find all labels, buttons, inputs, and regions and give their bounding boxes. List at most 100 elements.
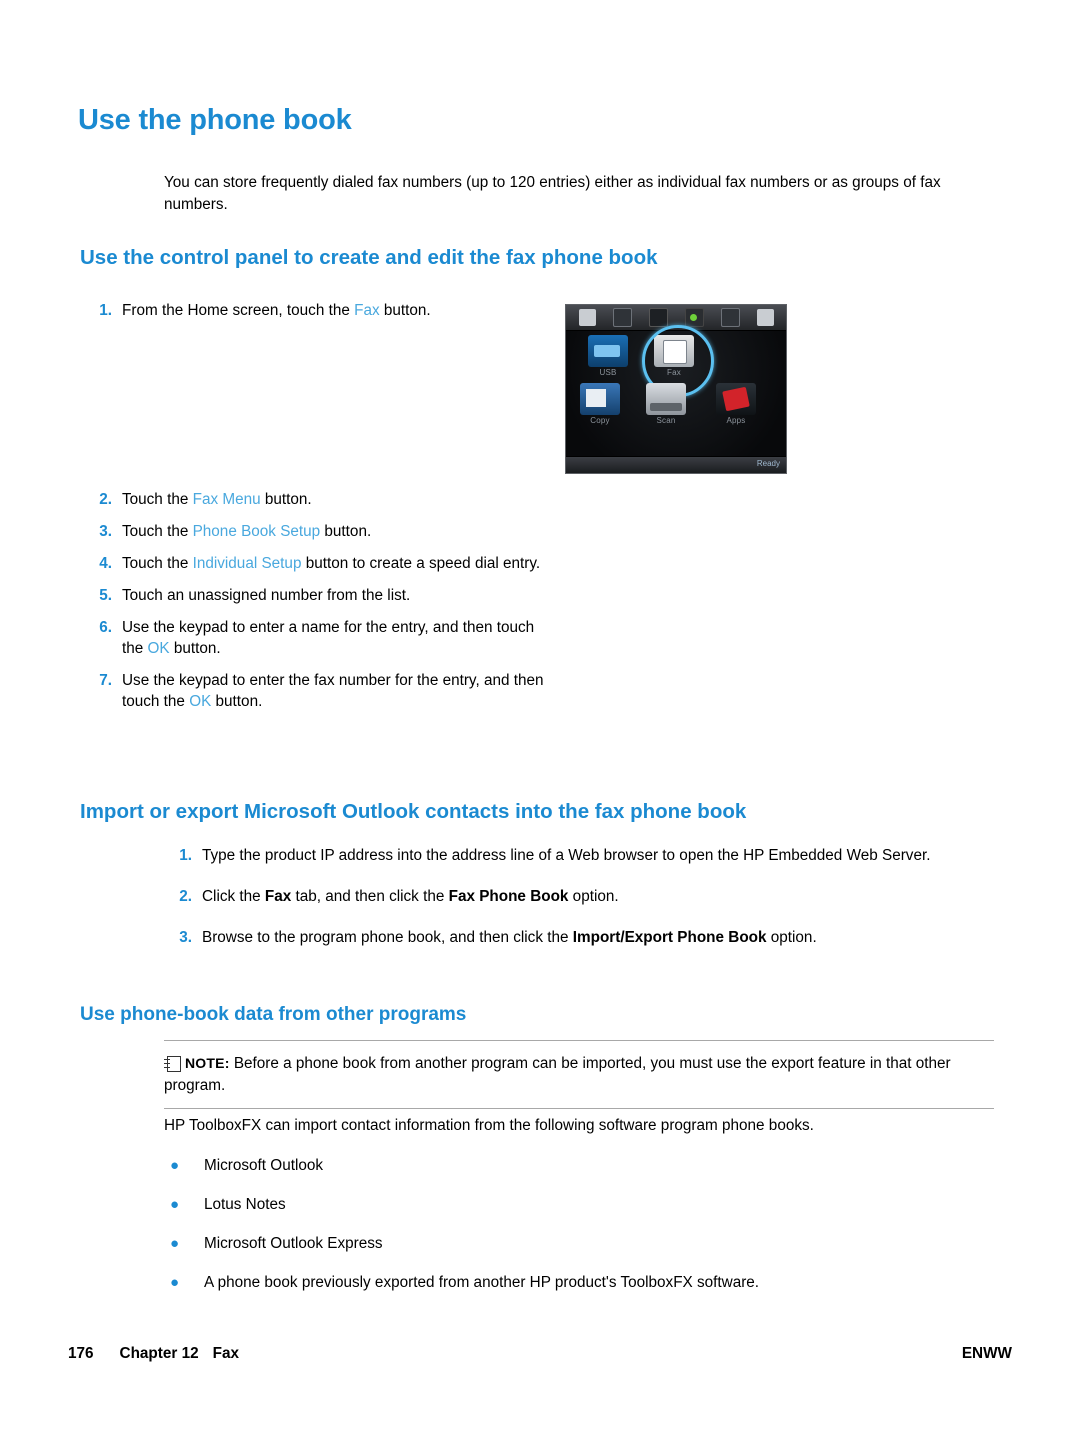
network-icon [720, 308, 740, 327]
step-number: 3. [99, 523, 112, 540]
ui-label: Phone Book Setup [192, 523, 321, 540]
footer-page-number: 176 [68, 1345, 94, 1362]
import-export-steps: 1. Type the product IP address into the … [164, 845, 994, 968]
step-text-part: tab, and then click the [291, 888, 449, 905]
list-item-label: Microsoft Outlook [204, 1157, 324, 1174]
document-page: Use the phone book You can store frequen… [0, 0, 1080, 1437]
step-text-part: option. [766, 929, 817, 946]
step-text-pre: Touch an unassigned number from the list… [122, 587, 411, 604]
section-heading-control-panel: Use the control panel to create and edit… [80, 246, 1000, 270]
supported-programs-list: ● Microsoft Outlook ● Lotus Notes ● Micr… [164, 1155, 994, 1311]
control-panel-steps-first: 1. From the Home screen, touch the Fax b… [88, 300, 528, 332]
step-number: 3. [179, 929, 192, 946]
ui-label: OK [189, 693, 212, 710]
scan-icon [646, 383, 686, 415]
step-text-pre: From the Home screen, touch the [122, 302, 355, 319]
footer-chapter-number: Chapter 12 [119, 1345, 199, 1362]
step-number: 2. [179, 888, 192, 905]
step-text: Type the product IP address into the add… [202, 845, 994, 866]
step-number: 6. [99, 619, 112, 636]
note-box: NOTE: Before a phone book from another p… [164, 1040, 994, 1109]
heading-text: Use phone-book data from other programs [80, 1004, 467, 1025]
step-text-part: Browse to the program phone book, and th… [202, 929, 573, 946]
ui-label: OK [147, 640, 170, 657]
step-text-pre: Touch the [122, 555, 193, 572]
bullet-icon: ● [170, 1196, 180, 1213]
step-number: 4. [99, 555, 112, 572]
step-text-post: button. [169, 640, 221, 657]
home-tile-apps[interactable]: Apps [716, 383, 756, 425]
control-panel-footer-bar: Ready [566, 456, 786, 473]
home-tile-copy[interactable]: Copy [580, 383, 620, 425]
intro-paragraph: You can store frequently dialed fax numb… [164, 174, 941, 213]
ui-label: Fax [354, 302, 380, 319]
step-number: 1. [179, 847, 192, 864]
usb-icon [588, 335, 628, 367]
list-item: 5. Touch an unassigned number from the l… [88, 585, 558, 606]
ui-label: Individual Setup [192, 555, 302, 572]
step-number: 7. [99, 672, 112, 689]
list-item: 3. Touch the Phone Book Setup button. [88, 521, 558, 542]
step-text: Touch the Phone Book Setup button. [122, 521, 558, 542]
step-text: From the Home screen, touch the Fax butt… [122, 300, 528, 321]
list-item: 2. Click the Fax tab, and then click the… [164, 886, 994, 907]
step-text-part: Click the [202, 888, 265, 905]
step-text-post: button to create a speed dial entry. [301, 555, 541, 572]
step-text: Click the Fax tab, and then click the Fa… [202, 886, 994, 907]
step-number: 1. [99, 302, 112, 319]
step-text-post: button. [320, 523, 372, 540]
list-item: ● Microsoft Outlook Express [164, 1233, 994, 1254]
list-item: 2. Touch the Fax Menu button. [88, 489, 558, 510]
list-item-label: Lotus Notes [204, 1196, 286, 1213]
note-icon [164, 1056, 181, 1072]
printer-status-text: Ready [756, 459, 780, 468]
list-item: 6. Use the keypad to enter a name for th… [88, 617, 558, 659]
step-text-pre: Touch the [122, 491, 193, 508]
home-tile-usb[interactable]: USB [588, 335, 628, 377]
list-item: 3. Browse to the program phone book, and… [164, 927, 994, 948]
step-text-part: option. [568, 888, 619, 905]
supplies-icon [756, 309, 774, 326]
step-text-post: button. [211, 693, 263, 710]
list-item: 1. Type the product IP address into the … [164, 845, 994, 866]
footer-region-code: ENWW [961, 1345, 1012, 1362]
ui-label: Fax Menu [192, 491, 261, 508]
apps-icon [716, 383, 756, 415]
bullet-icon: ● [170, 1274, 180, 1291]
list-item: 4. Touch the Individual Setup button to … [88, 553, 558, 574]
page-title: Use the phone book [78, 104, 352, 136]
footer-chapter-name: Fax [212, 1345, 239, 1362]
ui-option-name: Import/Export Phone Book [572, 929, 767, 946]
tile-label: Copy [590, 416, 610, 425]
list-item: ● A phone book previously exported from … [164, 1272, 994, 1293]
tile-label: USB [599, 368, 617, 377]
settings-gear-icon [612, 308, 632, 327]
page-icon [578, 309, 596, 326]
home-tile-scan[interactable]: Scan [646, 383, 686, 425]
control-panel-screen-image: USB Fax Copy Scan Apps Ready [565, 304, 787, 474]
step-number: 2. [99, 491, 112, 508]
footer-chapter: Chapter 12 Fax [120, 1345, 239, 1363]
wireless-icon [648, 308, 668, 327]
note-label: NOTE: [185, 1055, 230, 1071]
tile-label: Apps [726, 416, 746, 425]
list-item-label: Microsoft Outlook Express [204, 1235, 383, 1252]
step-text-post: button. [260, 491, 312, 508]
step-text-part: Type the product IP address into the add… [202, 847, 931, 864]
list-item: 1. From the Home screen, touch the Fax b… [88, 300, 528, 321]
note-text: Before a phone book from another program… [164, 1055, 951, 1094]
heading-text: Import or export Microsoft Outlook conta… [80, 800, 747, 823]
step-text: Touch an unassigned number from the list… [122, 585, 558, 606]
status-indicator-icon [684, 308, 704, 327]
step-text: Use the keypad to enter a name for the e… [122, 617, 558, 659]
section-heading-import-export: Import or export Microsoft Outlook conta… [80, 800, 1000, 824]
heading-text: Use the control panel to create and edit… [80, 246, 658, 269]
bullet-icon: ● [170, 1157, 180, 1174]
control-panel-home-screen: USB Fax Copy Scan Apps [566, 325, 786, 459]
bullet-icon: ● [170, 1235, 180, 1252]
toolbox-lead-in: HP ToolboxFX can import contact informat… [164, 1117, 814, 1134]
section-heading-other-programs: Use phone-book data from other programs [80, 1004, 1000, 1026]
step-text: Touch the Fax Menu button. [122, 489, 558, 510]
copy-icon [580, 383, 620, 415]
step-text-pre: Touch the [122, 523, 193, 540]
